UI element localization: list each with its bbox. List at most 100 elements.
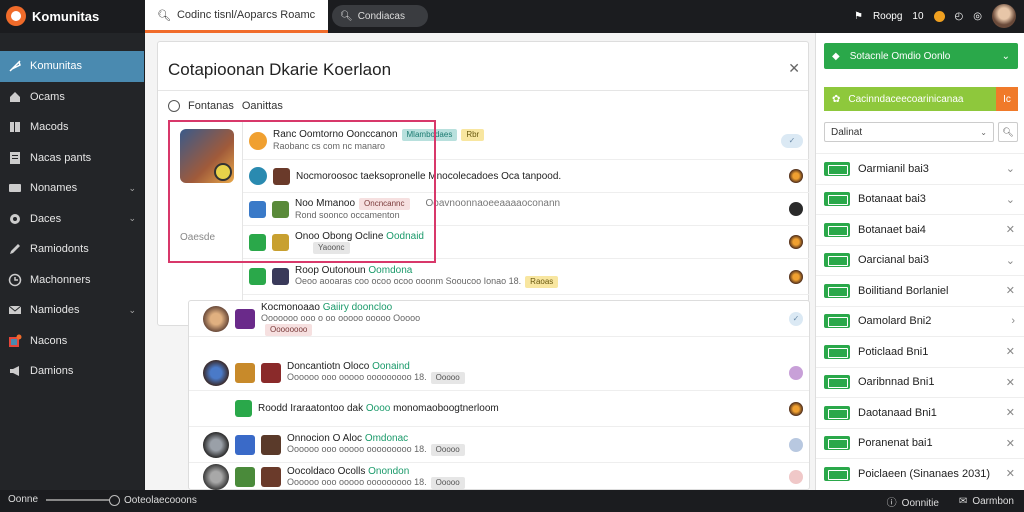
list-item[interactable]: Oaribnnad Bni1 ✕ bbox=[816, 366, 1024, 398]
list-item-label: Oaribnnad Bni1 bbox=[858, 376, 935, 389]
close-icon[interactable]: ✕ bbox=[1006, 406, 1015, 419]
settings-icon[interactable]: ◎ bbox=[973, 11, 982, 22]
sidebar-item-ramiodonts[interactable]: Ramiodonts bbox=[0, 234, 144, 265]
toggle-icon[interactable]: ✓ bbox=[781, 133, 803, 148]
user-name[interactable]: Onondon bbox=[368, 466, 409, 477]
list-item[interactable]: Onoo Obong Ocline Oodnaid Yaoonc bbox=[243, 226, 809, 259]
brand[interactable]: Komunitas bbox=[6, 6, 99, 26]
list-item[interactable]: Botanaet bai4 ✕ bbox=[816, 214, 1024, 245]
row-title: Ranc Oomtorno Oonccanon bbox=[273, 129, 398, 140]
list-item[interactable]: Roodd Iraraatontoo dak Oooo monomaoboogt… bbox=[189, 391, 809, 427]
filter-right[interactable]: Oanittas bbox=[242, 100, 283, 112]
list-item[interactable]: Oamolard Bni2 › bbox=[816, 305, 1024, 337]
check-icon[interactable]: ✓ bbox=[789, 311, 803, 326]
user-avatar[interactable] bbox=[992, 4, 1016, 28]
sidebar-item-daces[interactable]: Daces ⌄ bbox=[0, 204, 144, 235]
list-item[interactable]: Roop Outonoun Oomdona Oeoo aooaras coo o… bbox=[243, 259, 809, 295]
list-item-label: Oamolard Bni2 bbox=[858, 315, 932, 328]
list-item[interactable]: Boilitiand Borlaniel ✕ bbox=[816, 275, 1024, 306]
list-item[interactable]: Onnocion O Aloc Omdonac Oooooo ooo ooooo… bbox=[189, 427, 809, 463]
zoom-slider[interactable] bbox=[46, 494, 121, 506]
orb-icon[interactable] bbox=[789, 269, 803, 284]
filter-icon[interactable] bbox=[168, 100, 180, 112]
top-bar: Komunitas 🔍︎ Codinc tisnl/Aoparcs Roamc … bbox=[0, 0, 1024, 33]
list-item[interactable]: Noo Mmanoo Oncncannc Ooavnoonnaoeeaaaaocon… bbox=[243, 193, 809, 226]
list-item-label: Poticlaad Bni1 bbox=[858, 345, 929, 358]
list-item[interactable]: Poranenat bai1 ✕ bbox=[816, 427, 1024, 459]
list-item[interactable]: Ranc Oomtorno Oonccanon Mlambodaes Rbr Rao… bbox=[243, 122, 809, 160]
close-icon[interactable]: ✕ bbox=[788, 60, 800, 77]
list-item[interactable]: Botanaat bai3 ⌄ bbox=[816, 183, 1024, 215]
close-icon[interactable]: ✕ bbox=[1006, 345, 1015, 358]
orb-icon[interactable] bbox=[789, 202, 803, 216]
sidebar-item-label: Machonners bbox=[30, 273, 91, 286]
topic-thumbnail[interactable] bbox=[180, 129, 234, 183]
sidebar-item-nonames[interactable]: Nonames ⌄ bbox=[0, 173, 144, 204]
heart-icon[interactable] bbox=[789, 470, 803, 484]
row-title: Kocmonoaao bbox=[261, 301, 320, 313]
status-text: Ooteolaecooons bbox=[124, 495, 197, 506]
orb-icon[interactable] bbox=[789, 169, 803, 183]
user-name[interactable]: Oomdona bbox=[368, 265, 412, 276]
user-name[interactable]: Oodnaid bbox=[386, 231, 424, 242]
primary-button-label: Sotacnle Omdio Oonlo bbox=[849, 50, 951, 62]
close-icon[interactable]: ✕ bbox=[1006, 437, 1015, 450]
list-item[interactable]: Doncantiotn Oloco Oonaind Oooooo ooo ooo… bbox=[189, 355, 809, 391]
search-pill[interactable]: 🔍︎ Condiacas bbox=[332, 5, 428, 27]
user-name[interactable]: Oonaind bbox=[372, 361, 410, 372]
list-item[interactable]: Poiclaeen (Sinanaes 2031) ✕ bbox=[816, 458, 1024, 489]
filter-select[interactable]: Dalinat ⌄ bbox=[824, 122, 994, 142]
list-item[interactable]: Nocmoroosoc taeksopronelle Mnocolecadoes… bbox=[243, 160, 809, 193]
check-icon[interactable] bbox=[789, 437, 803, 452]
check-icon[interactable] bbox=[789, 365, 803, 380]
secondary-button[interactable]: ✿ Cacinndaceecoarinicanaa bbox=[824, 87, 996, 111]
list-item[interactable]: Daotanaad Bni1 ✕ bbox=[816, 397, 1024, 428]
sidebar-item-namiodes[interactable]: Namiodes ⌄ bbox=[0, 295, 144, 326]
row-title: Roodd Iraraatontoo dak bbox=[258, 403, 364, 414]
secondary-side-button[interactable]: Ic bbox=[996, 87, 1018, 111]
bottom-right-item-1[interactable]: ⓘ Oonnitie bbox=[887, 494, 939, 509]
close-icon[interactable]: ✕ bbox=[1006, 467, 1015, 480]
mail-icon bbox=[8, 303, 22, 317]
list-item[interactable]: Poticlaad Bni1 ✕ bbox=[816, 336, 1024, 367]
sidebar-item-damions[interactable]: Damions bbox=[0, 356, 144, 387]
search-icon[interactable]: 🔍︎ bbox=[998, 122, 1018, 142]
chevron-down-icon[interactable]: ⌄ bbox=[1006, 254, 1015, 267]
sidebar-item-nacons[interactable]: Nacons bbox=[0, 326, 144, 357]
filter-left[interactable]: Fontanas bbox=[188, 100, 234, 112]
gear-icon bbox=[8, 212, 22, 226]
user-name[interactable]: Omdonac bbox=[365, 433, 408, 444]
sidebar-item-macods[interactable]: Macods bbox=[0, 112, 144, 143]
orb-icon[interactable] bbox=[789, 401, 803, 416]
row-subtitle: Oooooo ooo ooooo ooooooooo 18. bbox=[287, 476, 427, 487]
game-icon bbox=[249, 268, 266, 285]
sidebar-item-ocams[interactable]: Ocams bbox=[0, 82, 144, 113]
bottom-right-item-2[interactable]: ✉ Oarmbon bbox=[959, 496, 1014, 507]
tab-label: Codinc tisnl/Aoparcs Roamc bbox=[176, 9, 316, 21]
chevron-down-icon[interactable]: ⌄ bbox=[1006, 162, 1015, 175]
chevron-down-icon[interactable]: ⌄ bbox=[128, 183, 136, 194]
search-label: Condiacas bbox=[357, 10, 405, 22]
chevron-down-icon[interactable]: ⌄ bbox=[1006, 193, 1015, 206]
tab-active[interactable]: 🔍︎ Codinc tisnl/Aoparcs Roamc bbox=[145, 0, 328, 33]
clock-icon[interactable]: ◴ bbox=[955, 11, 964, 22]
close-icon[interactable]: ✕ bbox=[1006, 223, 1015, 236]
sidebar-item-komunitas[interactable]: Komunitas bbox=[0, 51, 144, 82]
primary-button[interactable]: ◆ Sotacnle Omdio Oonlo ⌄ bbox=[824, 43, 1018, 69]
list-item[interactable]: Oarmianil bai3 ⌄ bbox=[816, 153, 1024, 184]
chevron-right-icon[interactable]: › bbox=[1011, 315, 1015, 327]
chevron-down-icon[interactable]: ⌄ bbox=[128, 213, 136, 224]
user-name[interactable]: Gaiiry dooncloo bbox=[323, 302, 392, 313]
close-icon[interactable]: ✕ bbox=[1006, 284, 1015, 297]
sidebar-item-label: Macods bbox=[30, 121, 69, 134]
close-icon[interactable]: ✕ bbox=[1006, 376, 1015, 389]
user-avatar bbox=[249, 167, 267, 185]
list-item[interactable]: Oarcianal bai3 ⌄ bbox=[816, 244, 1024, 276]
list-item[interactable]: Kocmonoaao Gaiiry dooncloo Ooooooo ooo o… bbox=[189, 301, 809, 337]
bookmark-icon[interactable]: ⚑ bbox=[854, 11, 863, 22]
user-name[interactable]: Oooo bbox=[366, 403, 390, 414]
chevron-down-icon[interactable]: ⌄ bbox=[128, 305, 136, 316]
sidebar-item-machonners[interactable]: Machonners bbox=[0, 265, 144, 296]
sidebar-item-nacas-pants[interactable]: Nacas pants bbox=[0, 143, 144, 174]
orb-icon[interactable] bbox=[789, 235, 803, 249]
